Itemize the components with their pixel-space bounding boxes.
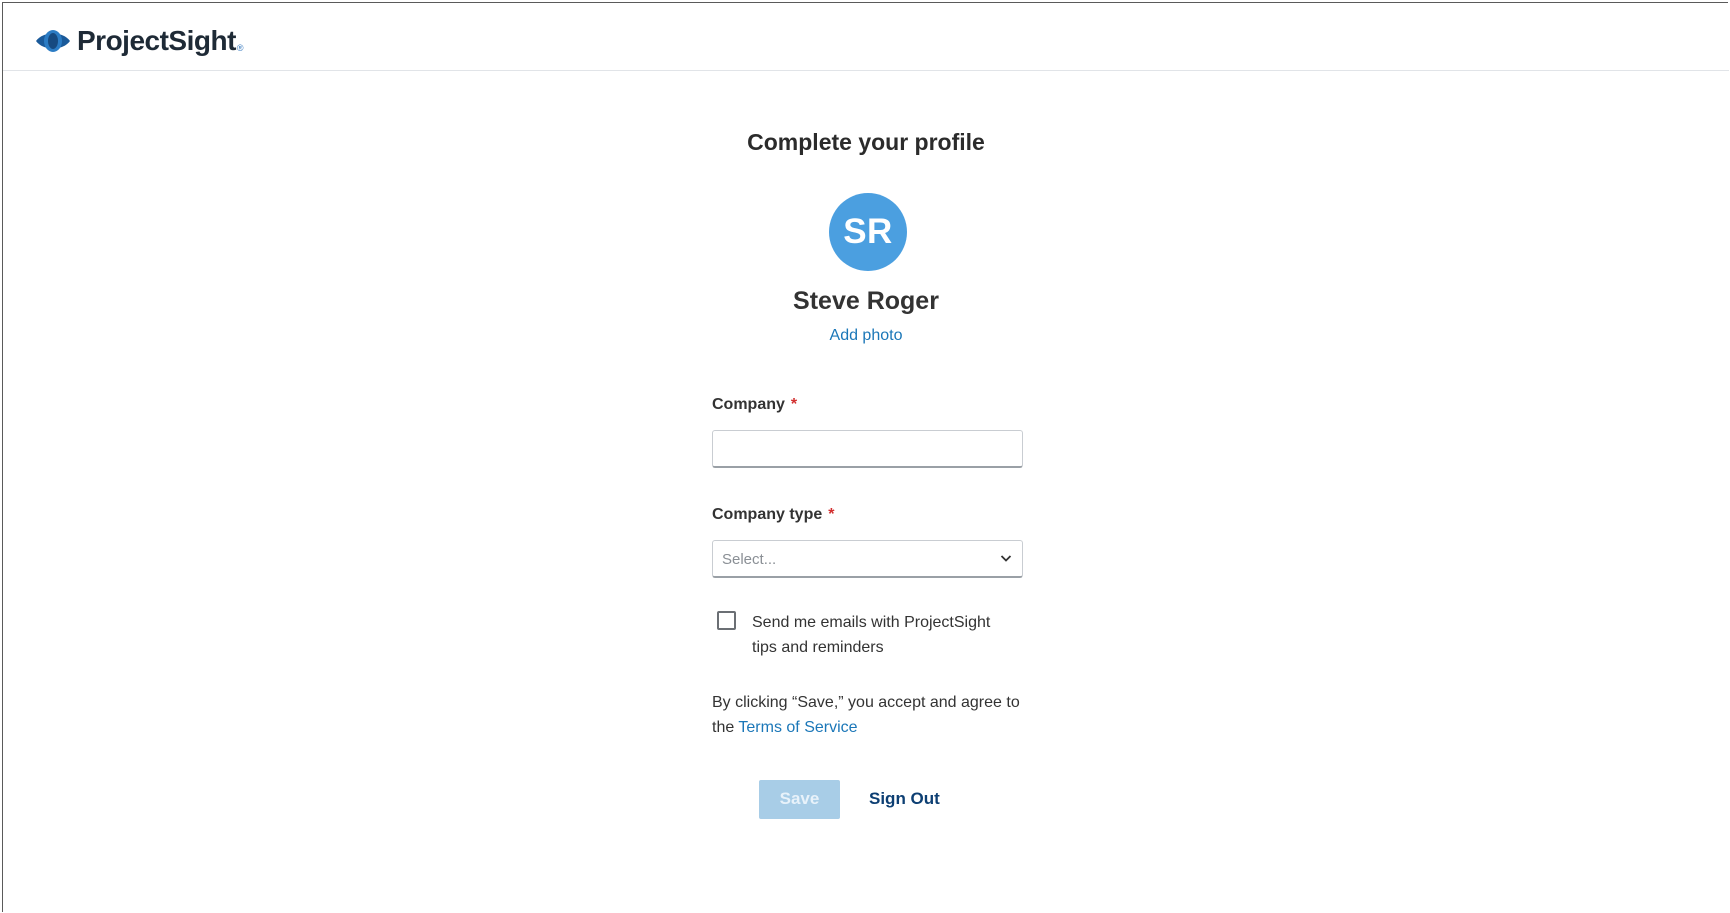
company-label-text: Company [712, 396, 785, 413]
logo-registered-mark: ® [236, 43, 244, 53]
projectsight-logo-icon [36, 30, 70, 52]
avatar-initials: SR [843, 212, 893, 251]
company-type-label: Company type * [712, 506, 1024, 528]
emails-checkbox[interactable] [717, 611, 736, 630]
company-type-label-text: Company type [712, 506, 823, 523]
profile-form: Company * Company type * Select... Send me… [712, 396, 1024, 740]
profile-page: Complete your profile SR Steve Roger Add… [3, 71, 1729, 913]
form-actions: Save Sign Out [759, 779, 940, 819]
app-window: ProjectSight ® Complete your profile SR … [2, 2, 1729, 913]
company-type-required-mark: * [828, 506, 835, 523]
sign-out-link[interactable]: Sign Out [869, 789, 940, 809]
emails-checkbox-row: Send me emails with ProjectSight tips an… [712, 610, 1024, 660]
chevron-down-icon [1000, 555, 1012, 562]
top-header: ProjectSight ® [3, 3, 1729, 71]
terms-notice: By clicking “Save,” you accept and agree… [712, 690, 1024, 740]
company-required-mark: * [790, 396, 798, 413]
logo-text: ProjectSight [77, 25, 236, 56]
projectsight-logo[interactable]: ProjectSight ® [35, 25, 244, 57]
company-label: Company * [712, 396, 1024, 418]
emails-checkbox-label: Send me emails with ProjectSight tips an… [752, 614, 991, 656]
page-title: Complete your profile [747, 129, 985, 155]
company-type-select-value: Select... [722, 551, 777, 568]
user-name: Steve Roger [793, 287, 939, 315]
terms-of-service-link[interactable]: Terms of Service [738, 719, 857, 736]
company-input[interactable] [712, 430, 1023, 468]
add-photo-link[interactable]: Add photo [3, 327, 1729, 345]
avatar: SR [829, 193, 907, 271]
company-type-select[interactable]: Select... [712, 540, 1023, 578]
save-button[interactable]: Save [759, 779, 840, 819]
